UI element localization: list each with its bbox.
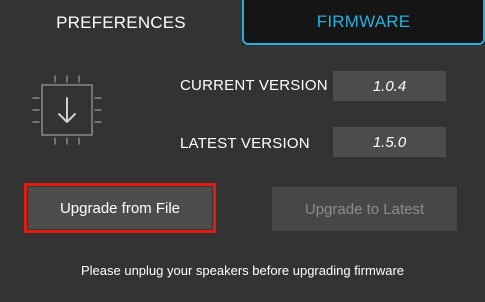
- tab-preferences[interactable]: PREFERENCES: [0, 0, 242, 45]
- current-version-value: 1.0.4: [333, 71, 446, 101]
- current-version-label: CURRENT VERSION: [180, 77, 328, 94]
- upgrade-to-latest-label: Upgrade to Latest: [304, 200, 425, 218]
- latest-version-value: 1.5.0: [333, 127, 446, 157]
- tab-bar: PREFERENCES FIRMWARE: [0, 0, 485, 45]
- latest-version-label: LATEST VERSION: [180, 135, 310, 152]
- chip-download-icon: [32, 75, 102, 145]
- unplug-warning-text: Please unplug your speakers before upgra…: [80, 263, 405, 278]
- tab-firmware-label: FIRMWARE: [316, 11, 411, 31]
- upgrade-from-file-label: Upgrade from File: [59, 199, 181, 217]
- upgrade-to-latest-button[interactable]: Upgrade to Latest: [272, 187, 457, 231]
- tab-firmware[interactable]: FIRMWARE: [242, 0, 485, 45]
- upgrade-from-file-button[interactable]: Upgrade from File: [28, 187, 212, 229]
- tab-preferences-label: PREFERENCES: [56, 12, 186, 32]
